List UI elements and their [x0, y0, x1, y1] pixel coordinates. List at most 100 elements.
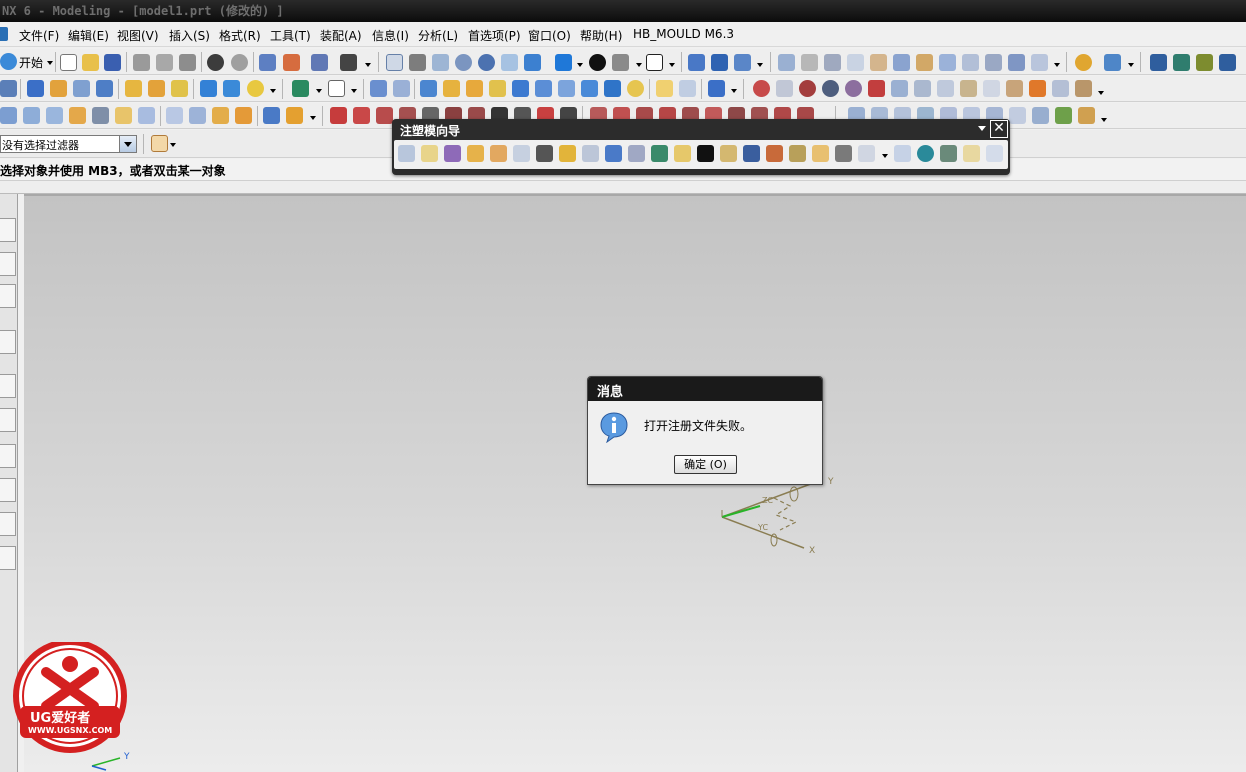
standard-part-10-icon[interactable] [1055, 107, 1072, 124]
menu-help[interactable]: 帮助(H) [580, 27, 622, 44]
mold-cmd-2-icon[interactable] [776, 80, 793, 97]
mold-cmd-6-icon[interactable] [868, 80, 885, 97]
menu-analysis[interactable]: 分析(L) [418, 27, 458, 44]
mold-tool-9-icon[interactable] [962, 54, 979, 71]
zoom-icon[interactable] [409, 54, 426, 71]
ok-button[interactable]: 确定 (O) [674, 455, 737, 474]
open-folder-icon[interactable] [82, 54, 99, 71]
drawing-icon[interactable] [858, 145, 875, 162]
sketch-icon[interactable] [27, 80, 44, 97]
cavity-layout-icon[interactable] [490, 145, 507, 162]
menu-window[interactable]: 窗口(O) [528, 27, 571, 44]
snap-point-toggle-icon[interactable] [151, 135, 168, 152]
mold-tool-1-icon[interactable] [778, 54, 795, 71]
mold-cmd-12-icon[interactable] [1006, 80, 1023, 97]
type-filter-select[interactable]: 没有选择过滤器 [0, 135, 137, 153]
pocket-icon[interactable] [171, 80, 188, 97]
edge-blend-icon[interactable] [370, 80, 387, 97]
orient-view-icon[interactable] [589, 54, 606, 71]
surface-8-icon[interactable] [166, 107, 183, 124]
system-scenes-tab[interactable] [0, 546, 16, 570]
initialize-project-icon[interactable] [398, 145, 415, 162]
mold-cmd-1-icon[interactable] [753, 80, 770, 97]
toolbar-options-icon[interactable] [978, 126, 986, 131]
paste-icon[interactable] [179, 54, 196, 71]
chamfer-icon[interactable] [393, 80, 410, 97]
rotate-icon[interactable] [478, 54, 495, 71]
sweep-icon[interactable] [96, 80, 113, 97]
mold-tool-11-icon[interactable] [1008, 54, 1025, 71]
surface-9-icon[interactable] [189, 107, 206, 124]
menu-tools[interactable]: 工具(T) [270, 27, 311, 44]
mold-cmd-13-icon[interactable] [1029, 80, 1046, 97]
menu-assembly[interactable]: 装配(A) [320, 27, 362, 44]
family-mold-icon[interactable] [513, 145, 530, 162]
wcs-icon[interactable] [711, 54, 728, 71]
surface-10-icon[interactable] [212, 107, 229, 124]
nx-start-icon[interactable] [0, 27, 8, 41]
surface-12-icon[interactable] [263, 107, 280, 124]
surface-5-icon[interactable] [92, 107, 109, 124]
shell-icon[interactable] [420, 80, 437, 97]
shade-icon[interactable] [1104, 54, 1121, 71]
casting-process-icon[interactable] [917, 145, 934, 162]
menu-format[interactable]: 格式(R) [219, 27, 261, 44]
drawing-dropdown-icon[interactable] [882, 154, 888, 158]
snap-dropdown-icon[interactable] [170, 143, 176, 147]
mold-cmd-10-icon[interactable] [960, 80, 977, 97]
standard-part-dropdown-icon[interactable] [1101, 118, 1107, 122]
patch-icon[interactable] [679, 80, 696, 97]
internet-explorer-tab[interactable] [0, 330, 16, 354]
dropdown-icon[interactable] [365, 63, 371, 67]
select-icon[interactable] [283, 54, 300, 71]
trim-body-icon[interactable] [466, 80, 483, 97]
magnify-icon[interactable] [455, 54, 472, 71]
mold-info-icon[interactable] [963, 145, 980, 162]
line-icon[interactable] [330, 107, 347, 124]
redo-icon[interactable] [231, 54, 248, 71]
mold-cmd-8-icon[interactable] [914, 80, 931, 97]
datum-dropdown-icon[interactable] [351, 89, 357, 93]
zoom-window-icon[interactable] [432, 54, 449, 71]
slider-lifter-icon[interactable] [651, 145, 668, 162]
cylinder-icon[interactable] [223, 80, 240, 97]
mold-tool-2-icon[interactable] [801, 54, 818, 71]
layer-icon[interactable] [734, 54, 751, 71]
mold-cmd-15-icon[interactable] [1075, 80, 1092, 97]
workpiece-icon[interactable] [467, 145, 484, 162]
type-filter-dropdown-icon[interactable] [119, 136, 136, 152]
primitives-dropdown-icon[interactable] [270, 89, 276, 93]
mold-cmd-11-icon[interactable] [983, 80, 1000, 97]
feature-tools-dropdown-icon[interactable] [731, 89, 737, 93]
perspective-icon[interactable] [524, 54, 541, 71]
fit-icon[interactable] [386, 54, 403, 71]
color-palette-icon[interactable] [1075, 54, 1092, 71]
layer-dropdown-icon[interactable] [757, 63, 763, 67]
runner-icon[interactable] [720, 145, 737, 162]
mold-tool-12-icon[interactable] [1031, 54, 1048, 71]
surface-dropdown-icon[interactable] [310, 116, 316, 120]
sew-icon[interactable] [656, 80, 673, 97]
render-style-icon[interactable] [555, 54, 572, 71]
close-icon[interactable]: ✕ [990, 120, 1008, 138]
mold-cmd-5-icon[interactable] [845, 80, 862, 97]
sphere-icon[interactable] [247, 80, 264, 97]
constraint-navigator-tab[interactable] [0, 252, 16, 276]
mold-csys-icon[interactable] [421, 145, 438, 162]
feature-tools-icon[interactable] [708, 80, 725, 97]
unite-icon[interactable] [292, 80, 309, 97]
layout-dropdown-icon[interactable] [669, 63, 675, 67]
moldbase-icon[interactable] [582, 145, 599, 162]
mold-wizard-header[interactable]: 注塑模向导 ✕ [392, 119, 1010, 139]
mold-cmd-3-icon[interactable] [799, 80, 816, 97]
electrode-icon[interactable] [766, 145, 783, 162]
window-4-icon[interactable] [1219, 54, 1236, 71]
parting-icon[interactable] [559, 145, 576, 162]
delete-files-icon[interactable] [940, 145, 957, 162]
mold-tools-dropdown-icon[interactable] [1054, 63, 1060, 67]
standard-part-11-icon[interactable] [1078, 107, 1095, 124]
copy-icon[interactable] [156, 54, 173, 71]
view-manager-icon[interactable] [894, 145, 911, 162]
surface-4-icon[interactable] [69, 107, 86, 124]
standard-parts-icon[interactable] [605, 145, 622, 162]
